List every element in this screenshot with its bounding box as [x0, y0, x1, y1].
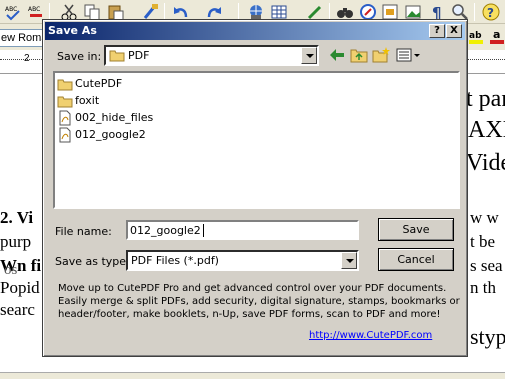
svg-text:ABC: ABC [28, 6, 40, 13]
list-item-label: CutePDF [75, 77, 123, 90]
folder-icon [57, 96, 73, 108]
pdf-file-icon [59, 127, 71, 143]
save-in-dropdown[interactable]: PDF [104, 45, 319, 66]
save-as-type-dropdown[interactable]: PDF Files (*.pdf) [126, 250, 359, 271]
document-text: s sea [470, 256, 503, 275]
close-button[interactable]: X [446, 24, 462, 38]
chevron-down-icon[interactable] [301, 47, 317, 64]
document-text: n th [470, 278, 496, 297]
spelling-icon[interactable]: ABC [4, 3, 22, 21]
new-folder-icon[interactable] [371, 46, 391, 64]
promo-line: Easily merge & split PDFs, add security,… [58, 296, 460, 307]
ruler-ticks [465, 59, 505, 60]
save-in-label: Save in: [57, 50, 102, 63]
svg-text:a: a [493, 28, 500, 41]
chevron-down-icon[interactable] [341, 252, 357, 269]
toolbar-separator [474, 3, 475, 21]
view-menu-icon[interactable] [395, 46, 421, 64]
file-name-value: 012_google2 [130, 224, 201, 237]
font-name-box[interactable]: ew Roman [0, 29, 48, 47]
help-button[interactable]: ? [429, 24, 445, 38]
promo-line: Move up to CutePDF Pro and get advanced … [58, 283, 447, 294]
svg-text:ab: ab [469, 31, 482, 41]
list-item-label: foxit [75, 94, 100, 107]
promo-text: Move up to CutePDF Pro and get advanced … [58, 282, 460, 321]
save-button[interactable]: Save [378, 218, 454, 241]
folder-icon [109, 48, 125, 65]
cancel-button[interactable]: Cancel [378, 248, 454, 271]
svg-text:ABC: ABC [5, 6, 17, 13]
save-as-type-value: PDF Files (*.pdf) [131, 254, 219, 267]
document-text: styp [470, 324, 505, 349]
list-item-label: 002_hide_files [75, 111, 154, 124]
document-text: AXI [468, 117, 505, 143]
cutepdf-link[interactable]: http://www.CutePDF.com [309, 330, 432, 341]
text-caret [203, 224, 204, 237]
document-text: searc [0, 300, 35, 319]
document-text: 2. Vi [0, 208, 34, 227]
document-text: Popid [0, 278, 40, 297]
document-text: purp [0, 232, 32, 251]
document-text: Vide [466, 150, 505, 176]
file-list[interactable]: CutePDF foxit 002_hide_files 012_google2 [53, 71, 460, 209]
help-icon[interactable]: ? [482, 3, 500, 21]
promo-line: header/footer, make booklets, n-Up, save… [58, 309, 441, 320]
highlight-icon[interactable]: ab [468, 27, 486, 45]
ruler-number: 2 [24, 53, 30, 64]
dialog-title: Save As [48, 24, 97, 37]
svg-text:?: ? [487, 6, 494, 20]
up-folder-icon[interactable] [349, 46, 369, 64]
pdf-file-icon [59, 110, 71, 126]
document-text: os [4, 262, 18, 278]
file-name-field[interactable]: 012_google2 [126, 220, 359, 240]
back-icon[interactable] [327, 46, 347, 64]
document-text: w w [470, 208, 499, 227]
list-item-label: 012_google2 [75, 128, 146, 141]
save-in-value: PDF [128, 49, 150, 62]
status-strip [0, 372, 505, 379]
file-name-label: File name: [55, 225, 112, 238]
save-as-dialog: Save As ? X Save in: PDF CutePDF foxit 0… [42, 19, 468, 357]
document-text: t par [466, 86, 505, 112]
font-color-icon[interactable]: a [489, 27, 505, 45]
save-as-type-label: Save as type: [55, 255, 130, 268]
document-text: t be [470, 232, 496, 251]
folder-icon [57, 79, 73, 91]
dialog-titlebar[interactable]: Save As ? X [45, 22, 465, 40]
